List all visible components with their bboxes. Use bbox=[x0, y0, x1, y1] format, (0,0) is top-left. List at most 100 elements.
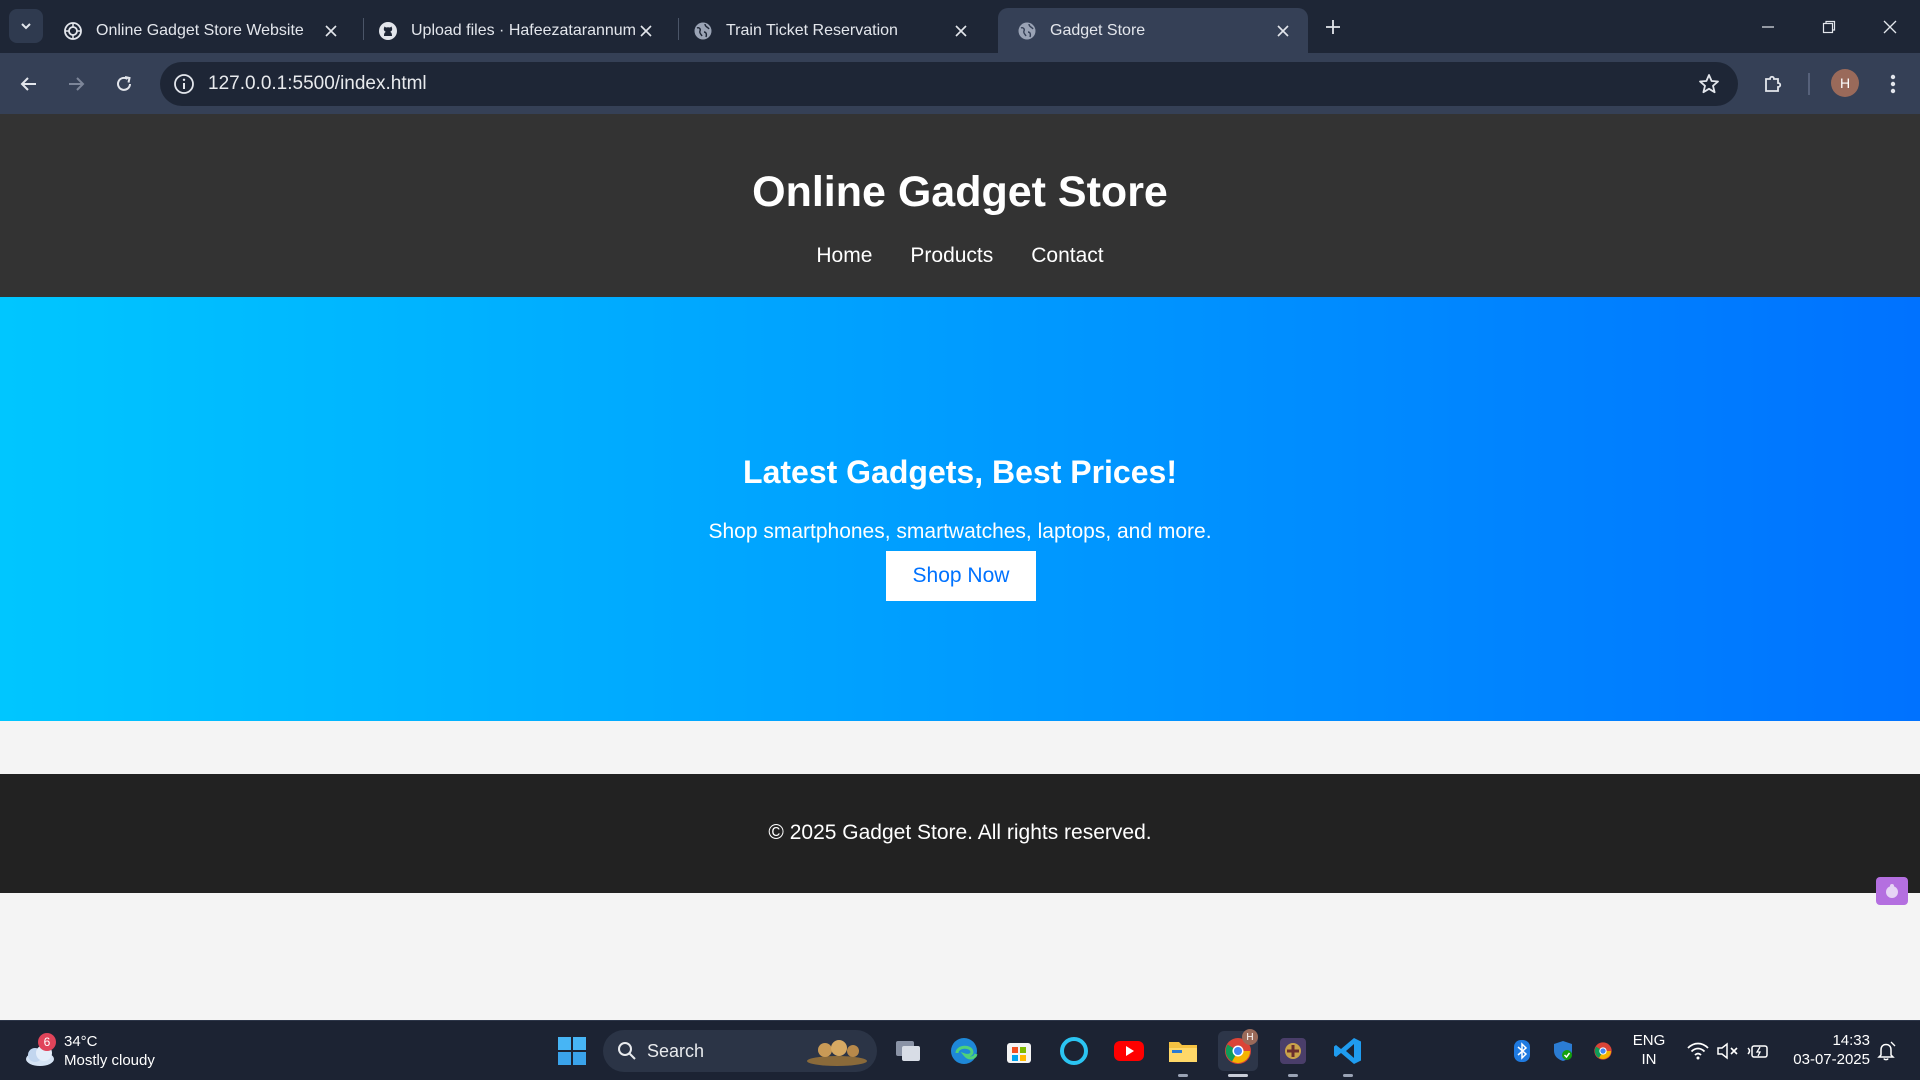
close-icon[interactable] bbox=[1272, 20, 1294, 42]
reload-icon bbox=[117, 76, 131, 91]
search-icon bbox=[618, 1042, 636, 1060]
close-icon[interactable] bbox=[950, 20, 972, 42]
taskbar-ms-store[interactable] bbox=[999, 1031, 1039, 1071]
tab-title: Train Ticket Reservation bbox=[726, 21, 898, 39]
site-nav: Home Products Contact bbox=[0, 244, 1920, 268]
chrome-icon bbox=[1594, 1042, 1612, 1060]
vscode-icon bbox=[1334, 1038, 1361, 1064]
tray-bluetooth[interactable] bbox=[1510, 1035, 1534, 1067]
wifi-icon bbox=[1687, 1042, 1709, 1060]
hero-heading: Latest Gadgets, Best Prices! bbox=[743, 454, 1177, 490]
web-page: Online Gadget Store Home Products Contac… bbox=[0, 114, 1920, 1020]
taskbar-search[interactable]: Search bbox=[603, 1030, 877, 1072]
reload-button[interactable] bbox=[107, 67, 141, 101]
language-code: ENG bbox=[1632, 1032, 1666, 1049]
assistant-icon bbox=[1886, 884, 1898, 898]
globe-icon bbox=[692, 20, 714, 42]
search-highlight-icon bbox=[807, 1040, 867, 1066]
search-label: Search bbox=[647, 1040, 705, 1061]
tab-search-button[interactable] bbox=[9, 9, 43, 43]
weather-alert-badge: 6 bbox=[38, 1033, 56, 1051]
clock-time: 14:33 bbox=[1832, 1032, 1870, 1049]
taskbar-edge[interactable] bbox=[944, 1031, 984, 1071]
weather-widget[interactable]: 6 34°C Mostly cloudy bbox=[20, 1029, 155, 1073]
bookmark-star-icon[interactable] bbox=[1696, 71, 1722, 97]
arrow-left-icon bbox=[20, 77, 36, 91]
profile-avatar[interactable]: H bbox=[1831, 69, 1859, 97]
tray-wifi[interactable] bbox=[1684, 1035, 1712, 1067]
tray-notifications[interactable] bbox=[1872, 1035, 1900, 1067]
task-view-button[interactable] bbox=[888, 1031, 928, 1071]
game-app-icon bbox=[1280, 1038, 1306, 1064]
volume-muted-icon bbox=[1717, 1042, 1738, 1060]
site-title: Online Gadget Store bbox=[752, 168, 1168, 216]
battery-charging-icon bbox=[1747, 1045, 1768, 1058]
toolbar-divider bbox=[1808, 73, 1810, 95]
language-indicator[interactable]: ENG IN bbox=[1624, 1031, 1674, 1069]
taskbar-chrome[interactable]: H bbox=[1218, 1029, 1258, 1077]
extensions-button[interactable] bbox=[1756, 67, 1790, 101]
folder-icon bbox=[1169, 1042, 1197, 1062]
windows-logo-icon bbox=[558, 1037, 586, 1065]
bluetooth-icon bbox=[1514, 1040, 1530, 1062]
address-bar[interactable]: 127.0.0.1:5500/index.html bbox=[160, 62, 1738, 106]
system-clock[interactable]: 14:33 03-07-2025 bbox=[1782, 1031, 1870, 1069]
browser-menu-button[interactable] bbox=[1876, 67, 1910, 101]
running-indicator bbox=[1288, 1074, 1298, 1077]
tab-strip: Online Gadget Store Website Upload files… bbox=[0, 0, 1920, 53]
close-window-button[interactable] bbox=[1860, 0, 1920, 53]
back-button[interactable] bbox=[12, 67, 46, 101]
floating-assistant-widget[interactable] bbox=[1876, 877, 1908, 905]
chevron-down-icon bbox=[21, 23, 31, 30]
chrome-profile-badge: H bbox=[1242, 1029, 1258, 1045]
tab-title: Gadget Store bbox=[1050, 21, 1146, 39]
tab-gadget-store[interactable]: Gadget Store bbox=[998, 8, 1308, 53]
taskbar-alexa[interactable] bbox=[1054, 1031, 1094, 1071]
restore-button[interactable] bbox=[1799, 0, 1859, 53]
close-icon[interactable] bbox=[635, 20, 657, 42]
windows-taskbar: 6 34°C Mostly cloudy Search H ENG IN 14:… bbox=[0, 1020, 1920, 1080]
tab-train-ticket-reservation[interactable]: Train Ticket Reservation bbox=[674, 8, 986, 53]
edge-icon bbox=[951, 1038, 978, 1064]
nav-home-link[interactable]: Home bbox=[816, 244, 872, 268]
restore-icon bbox=[1822, 20, 1836, 33]
github-icon bbox=[377, 20, 399, 42]
shield-icon bbox=[1554, 1041, 1572, 1061]
tab-upload-files[interactable]: Upload files · Hafeezatarannum/CS bbox=[359, 8, 671, 53]
hero-subtext: Shop smartphones, smartwatches, laptops,… bbox=[708, 520, 1212, 543]
tab-title: Online Gadget Store Website bbox=[96, 21, 304, 39]
weather-temperature: 34°C bbox=[64, 1033, 98, 1050]
url-text[interactable]: 127.0.0.1:5500/index.html bbox=[208, 73, 427, 95]
taskbar-youtube[interactable] bbox=[1109, 1031, 1149, 1071]
close-icon bbox=[1883, 20, 1897, 33]
openai-icon bbox=[62, 20, 84, 42]
youtube-icon bbox=[1114, 1041, 1144, 1061]
globe-icon bbox=[1016, 20, 1038, 42]
nav-contact-link[interactable]: Contact bbox=[1031, 244, 1103, 268]
forward-button[interactable] bbox=[59, 67, 93, 101]
tray-battery[interactable] bbox=[1744, 1035, 1772, 1067]
tray-security[interactable] bbox=[1550, 1035, 1576, 1067]
site-info-icon[interactable] bbox=[170, 70, 198, 98]
shop-now-button[interactable]: Shop Now bbox=[886, 551, 1036, 601]
minimize-button[interactable] bbox=[1738, 0, 1798, 53]
site-header: Online Gadget Store Home Products Contac… bbox=[0, 114, 1920, 297]
close-icon[interactable] bbox=[320, 20, 342, 42]
taskbar-game-app[interactable] bbox=[1273, 1031, 1313, 1077]
taskbar-file-explorer[interactable] bbox=[1163, 1031, 1203, 1077]
arrow-right-icon bbox=[69, 77, 85, 91]
plus-icon bbox=[1326, 20, 1340, 34]
tray-chrome[interactable] bbox=[1590, 1035, 1616, 1067]
running-indicator bbox=[1178, 1074, 1188, 1077]
store-icon bbox=[1007, 1043, 1031, 1063]
tab-online-gadget-store-website[interactable]: Online Gadget Store Website bbox=[44, 8, 356, 53]
weather-condition: Mostly cloudy bbox=[64, 1052, 155, 1069]
clock-date: 03-07-2025 bbox=[1793, 1051, 1870, 1068]
start-button[interactable] bbox=[552, 1031, 592, 1071]
new-tab-button[interactable] bbox=[1318, 12, 1348, 42]
tray-volume[interactable] bbox=[1714, 1035, 1742, 1067]
task-view-icon bbox=[896, 1041, 920, 1061]
cloud-icon: 6 bbox=[20, 1031, 60, 1071]
nav-products-link[interactable]: Products bbox=[910, 244, 993, 268]
taskbar-vscode[interactable] bbox=[1328, 1031, 1368, 1077]
